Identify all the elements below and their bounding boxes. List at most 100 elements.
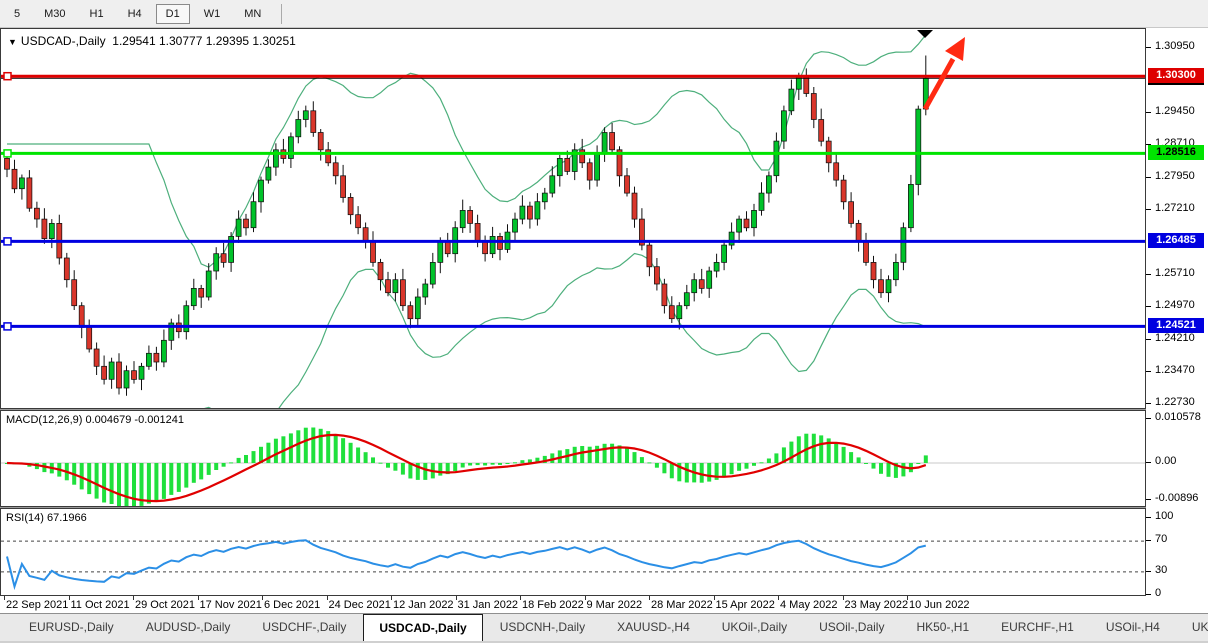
price-badge-1.30300: 1.30300	[1148, 68, 1204, 83]
symbol-tab-EURUSDDaily[interactable]: EURUSD-,Daily	[14, 616, 129, 639]
symbol-tab-USDCNHDaily[interactable]: USDCNH-,Daily	[485, 616, 600, 639]
symbol-tab-AUDUSDDaily[interactable]: AUDUSD-,Daily	[131, 616, 246, 639]
price-tick-label: 1.25710	[1155, 267, 1195, 279]
rsi-pane[interactable]: RSI(14) 67.1966	[0, 508, 1146, 596]
macd-pane[interactable]: MACD(12,26,9) 0.004679 -0.001241	[0, 410, 1146, 507]
price-tick-label: 1.24210	[1155, 332, 1195, 344]
timeframe-button-MN[interactable]: MN	[234, 4, 271, 24]
macd-label: MACD(12,26,9) 0.004679 -0.001241	[6, 414, 184, 426]
timeframe-button-H1[interactable]: H1	[80, 4, 114, 24]
candles	[5, 56, 929, 396]
price-tick-label: 1.22730	[1155, 396, 1195, 408]
date-tick	[585, 596, 586, 600]
date-tick	[456, 596, 457, 600]
price-badge-1.26485: 1.26485	[1148, 233, 1204, 248]
date-label: 23 May 2022	[845, 599, 909, 611]
axis-tick	[1146, 177, 1151, 178]
symbol-tab-UKOilDaily[interactable]: UKOil-,Daily	[707, 616, 802, 639]
axis-tick	[1146, 540, 1151, 541]
timeframe-toolbar: 5M30H1H4D1W1MN	[0, 0, 1208, 28]
price-badge-1.24521: 1.24521	[1148, 318, 1204, 333]
date-label: 24 Dec 2021	[329, 599, 391, 611]
candlestick-canvas[interactable]	[1, 29, 1145, 408]
chart-title-symbol: USDCAD-,Daily	[21, 34, 106, 48]
rsi-label: RSI(14) 67.1966	[6, 512, 87, 524]
symbol-tab-UKOilH4[interactable]: UKOil-,H4	[1177, 616, 1208, 639]
hline-anchor[interactable]	[4, 150, 11, 157]
date-label: 10 Jun 2022	[909, 599, 970, 611]
date-label: 4 May 2022	[780, 599, 837, 611]
symbol-tab-XAUUSDH4[interactable]: XAUUSD-,H4	[602, 616, 705, 639]
bollinger-lower-band	[7, 254, 926, 409]
mt4-window: 5M30H1H4D1W1MN ▼ USDCAD-,Daily 1.29541 1.…	[0, 0, 1208, 643]
timeframe-button-M30[interactable]: M30	[34, 4, 75, 24]
date-label: 6 Dec 2021	[264, 599, 320, 611]
price-tick-label: 1.27210	[1155, 202, 1195, 214]
rsi-scale-label: 100	[1155, 510, 1173, 522]
hline-anchor[interactable]	[4, 323, 11, 330]
macd-histogram	[5, 428, 928, 507]
date-tick	[520, 596, 521, 600]
date-label: 15 Apr 2022	[716, 599, 775, 611]
date-label: 22 Sep 2021	[6, 599, 68, 611]
price-tick-label: 1.27950	[1155, 170, 1195, 182]
symbol-tab-USOilDaily[interactable]: USOil-,Daily	[804, 616, 899, 639]
price-badge-1.28516: 1.28516	[1148, 145, 1204, 160]
price-tick-label: 1.23470	[1155, 364, 1195, 376]
axis-tick	[1146, 274, 1151, 275]
down-triangle-marker[interactable]	[917, 30, 933, 38]
date-tick	[907, 596, 908, 600]
date-label: 29 Oct 2021	[135, 599, 195, 611]
date-label: 12 Jan 2022	[393, 599, 454, 611]
hline-anchor[interactable]	[4, 73, 11, 80]
symbol-tabbar: EURUSD-,DailyAUDUSD-,DailyUSDCHF-,DailyU…	[0, 613, 1208, 643]
date-tick	[262, 596, 263, 600]
timeframe-button-H4[interactable]: H4	[118, 4, 152, 24]
timeframe-button-W1[interactable]: W1	[194, 4, 231, 24]
axis-tick	[1146, 112, 1151, 113]
time-axis[interactable]: 22 Sep 202111 Oct 202129 Oct 202117 Nov …	[0, 596, 1146, 613]
date-label: 9 Mar 2022	[587, 599, 643, 611]
chart-title-ohlc: 1.29541 1.30777 1.29395 1.30251	[112, 34, 296, 48]
price-tick-label: 1.24970	[1155, 299, 1195, 311]
date-label: 11 Oct 2021	[71, 599, 130, 611]
axis-tick	[1146, 403, 1151, 404]
date-tick	[391, 596, 392, 600]
rsi-scale-label: 70	[1155, 533, 1167, 545]
axis-tick	[1146, 306, 1151, 307]
axis-tick	[1146, 571, 1151, 572]
arrow-annotation[interactable]	[925, 37, 965, 109]
axis-tick	[1146, 371, 1151, 372]
axis-tick	[1146, 517, 1151, 518]
date-tick	[133, 596, 134, 600]
symbol-tab-EURCHFH1[interactable]: EURCHF-,H1	[986, 616, 1089, 639]
symbol-tab-USOilH4[interactable]: USOil-,H4	[1091, 616, 1175, 639]
rsi-canvas[interactable]	[1, 509, 1145, 595]
price-tick-label: 1.29450	[1155, 105, 1195, 117]
axis-tick	[1146, 594, 1151, 595]
timeframe-button-5[interactable]: 5	[4, 4, 30, 24]
date-tick	[649, 596, 650, 600]
symbol-dropdown-icon[interactable]: ▼	[8, 37, 17, 47]
date-tick	[198, 596, 199, 600]
axis-tick	[1146, 339, 1151, 340]
bollinger-upper-band	[7, 35, 926, 268]
axis-tick	[1146, 499, 1151, 500]
chart-area: ▼ USDCAD-,Daily 1.29541 1.30777 1.29395 1…	[0, 28, 1208, 613]
hline-anchor[interactable]	[4, 238, 11, 245]
date-label: 18 Feb 2022	[522, 599, 584, 611]
axis-tick	[1146, 418, 1151, 419]
price-axis[interactable]: 1.309501.294501.287101.279501.272101.257…	[1146, 28, 1208, 613]
axis-tick	[1146, 47, 1151, 48]
toolbar-separator	[281, 4, 282, 24]
symbol-tab-HK50H1[interactable]: HK50-,H1	[901, 616, 984, 639]
date-label: 31 Jan 2022	[458, 599, 519, 611]
rsi-scale-label: 0	[1155, 587, 1161, 599]
main-chart-pane[interactable]: ▼ USDCAD-,Daily 1.29541 1.30777 1.29395 1…	[0, 28, 1146, 409]
timeframe-button-D1[interactable]: D1	[156, 4, 190, 24]
date-tick	[843, 596, 844, 600]
symbol-tab-USDCHFDaily[interactable]: USDCHF-,Daily	[247, 616, 361, 639]
date-tick	[69, 596, 70, 600]
symbol-tab-USDCADDaily[interactable]: USDCAD-,Daily	[363, 614, 482, 641]
price-tick-label: 1.30950	[1155, 40, 1195, 52]
